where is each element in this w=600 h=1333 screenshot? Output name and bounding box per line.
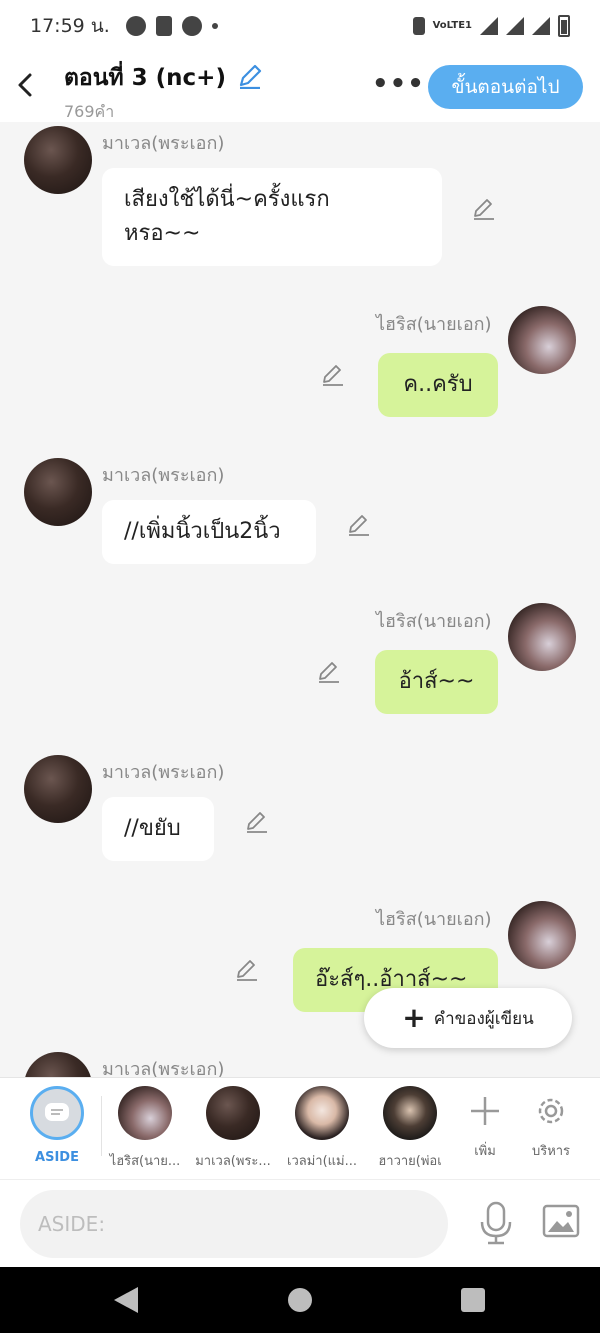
nav-back-icon[interactable]	[114, 1287, 138, 1313]
avatar-hiris[interactable]	[508, 306, 576, 374]
chat-notification-icon	[125, 16, 146, 36]
aside-avatar	[30, 1086, 84, 1140]
edit-message-icon[interactable]	[234, 957, 260, 983]
chat-bubble-icon	[45, 1103, 69, 1121]
character-hiris[interactable]: ไฮริส(นาย...	[102, 1086, 188, 1171]
manage-label: บริหาร	[531, 1144, 571, 1159]
speaker-name: มาเวล(พระเอก)	[102, 133, 225, 154]
avatar-marvel[interactable]	[24, 458, 92, 526]
avatar	[206, 1086, 260, 1140]
speaker-name: ไฮริส(นายเอก)	[376, 909, 492, 930]
edit-message-icon[interactable]	[320, 362, 346, 388]
character-velma[interactable]: เวลม่า(แม่...	[279, 1086, 365, 1171]
aside-message-input[interactable]	[20, 1190, 448, 1258]
character-label: เวลม่า(แม่...	[287, 1154, 357, 1169]
plus-icon	[455, 1090, 515, 1132]
chat-area[interactable]: มาเวล(พระเอก) เสียงใช้ได้นี่~ครั้งแรก หร…	[0, 122, 600, 1077]
wifi-icon	[480, 17, 498, 35]
character-label: มาเวล(พระ...	[195, 1154, 271, 1169]
compass-notification-icon	[181, 16, 202, 36]
avatar-hiris[interactable]	[508, 901, 576, 969]
add-label: เพิ่ม	[474, 1144, 496, 1159]
add-character-button[interactable]: เพิ่ม	[455, 1090, 515, 1161]
avatar-marvel[interactable]	[24, 126, 92, 194]
image-icon[interactable]	[542, 1204, 580, 1238]
character-aside[interactable]: ASIDE	[14, 1086, 100, 1165]
chevron-left-icon	[18, 73, 32, 97]
more-options-button[interactable]: •••	[372, 71, 425, 97]
speaker-name: ไฮริส(นายเอก)	[376, 314, 492, 335]
edit-message-icon[interactable]	[346, 512, 372, 538]
speaker-name: มาเวล(พระเอก)	[102, 1059, 225, 1077]
message-bubble[interactable]: //เพิ่มนิ้วเป็น2นิ้ว	[102, 500, 316, 564]
status-left: 17:59 น.	[30, 11, 218, 41]
app-header: ตอนที่ 3 (nc+) 769คำ ••• ขั้นตอนต่อไป	[0, 52, 600, 122]
microphone-icon[interactable]	[476, 1200, 516, 1246]
plus-icon: +	[402, 1001, 426, 1034]
author-note-button[interactable]: + คำของผู้เขียน	[364, 988, 572, 1048]
input-bar	[0, 1179, 600, 1267]
signal-icon-2	[532, 17, 550, 35]
gear-icon	[521, 1090, 581, 1132]
speaker-name: ไฮริส(นายเอก)	[376, 611, 492, 632]
message-bubble[interactable]: อ้าส์~~	[375, 650, 498, 714]
edit-message-icon[interactable]	[316, 659, 342, 685]
avatar-marvel[interactable]	[24, 1052, 92, 1077]
author-note-label: คำของผู้เขียน	[433, 1008, 534, 1029]
avatar	[295, 1086, 349, 1140]
back-button[interactable]	[12, 68, 42, 102]
nav-recents-icon[interactable]	[461, 1288, 485, 1312]
edit-title-icon[interactable]	[237, 63, 263, 89]
speaker-name: มาเวล(พระเอก)	[102, 762, 225, 783]
character-hawai[interactable]: ฮาวาย(พ่อเ	[367, 1086, 453, 1171]
avatar	[383, 1086, 437, 1140]
character-label: ไฮริส(นาย...	[109, 1154, 181, 1169]
next-step-button[interactable]: ขั้นตอนต่อไป	[428, 65, 583, 109]
status-time: 17:59 น.	[30, 15, 110, 37]
system-navigation-bar	[0, 1267, 600, 1333]
character-label: ASIDE	[35, 1150, 79, 1165]
message-bubble[interactable]: เสียงใช้ได้นี่~ครั้งแรก หรอ~~	[102, 168, 442, 266]
status-bar: 17:59 น. VoLTE1	[0, 0, 600, 52]
avatar-marvel[interactable]	[24, 755, 92, 823]
message-bubble[interactable]: ค..ครับ	[378, 353, 498, 417]
character-label: ฮาวาย(พ่อเ	[378, 1154, 442, 1169]
message-bubble[interactable]: //ขยับ	[102, 797, 214, 861]
more-notifications-icon	[211, 23, 218, 29]
title-area: ตอนที่ 3 (nc+) 769คำ	[64, 60, 263, 125]
edit-message-icon[interactable]	[244, 809, 270, 835]
nav-home-icon[interactable]	[288, 1288, 312, 1312]
alert-notification-icon	[155, 16, 172, 36]
edit-message-icon[interactable]	[471, 196, 497, 222]
signal-icon-1	[506, 17, 524, 35]
battery-icon	[558, 15, 570, 37]
episode-title: ตอนที่ 3 (nc+)	[64, 65, 226, 91]
status-right: VoLTE1	[412, 15, 570, 37]
manage-characters-button[interactable]: บริหาร	[521, 1090, 581, 1161]
vibrate-icon	[412, 17, 425, 35]
avatar	[118, 1086, 172, 1140]
character-bar: ASIDE ไฮริส(นาย... มาเวล(พระ... เวลม่า(แ…	[0, 1077, 600, 1179]
avatar-hiris[interactable]	[508, 603, 576, 671]
character-marvel[interactable]: มาเวล(พระ...	[190, 1086, 276, 1171]
volte-label: VoLTE1	[432, 20, 472, 31]
speaker-name: มาเวล(พระเอก)	[102, 465, 225, 486]
